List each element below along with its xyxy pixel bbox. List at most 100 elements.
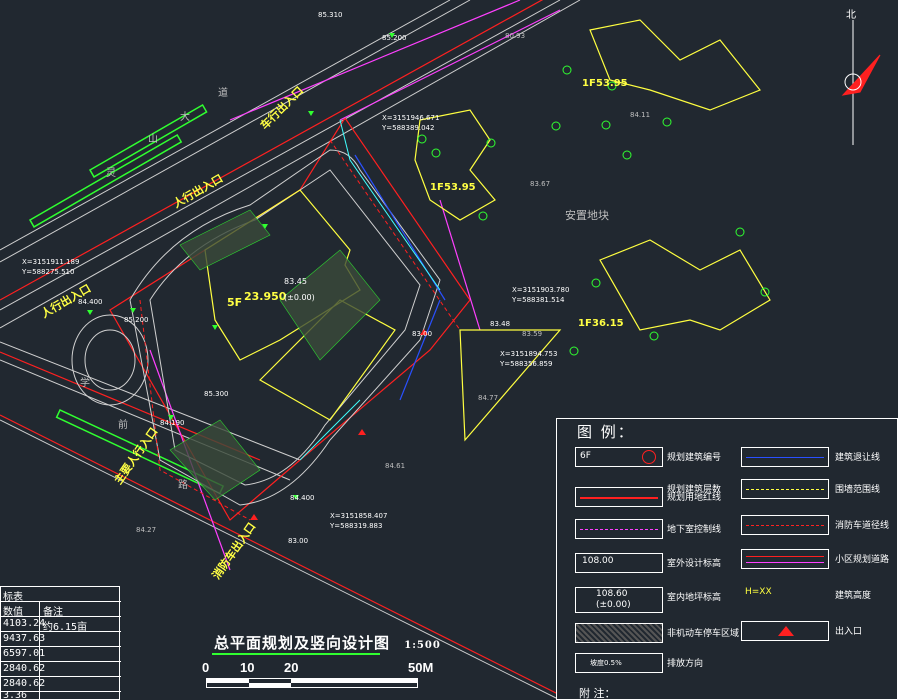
north-label: 北: [846, 9, 856, 21]
building-elev: 83.45: [284, 277, 307, 286]
legend-sample-text: 108.60: [596, 589, 628, 599]
neighbor-3-height: 36.15: [592, 318, 624, 329]
table-row: 9437.63: [1, 632, 121, 647]
road-label-xue: 学: [80, 376, 90, 389]
entrance-label-ped-1: 人行出入口: [171, 171, 226, 211]
coord-2-x: X=3151946.671: [382, 114, 439, 122]
legend-sample: [741, 549, 829, 569]
neighbor-1-height: 53.95: [596, 78, 628, 89]
spot-elev: 83.59: [522, 330, 542, 338]
legend-label: 规划建筑编号: [667, 453, 722, 463]
legend-sample: [741, 447, 829, 467]
legend-label: 规划用地红线: [667, 493, 722, 503]
legend-label: 出入口: [835, 627, 863, 637]
road-label-dao: 道: [218, 86, 228, 99]
spot-elev: 80.93: [505, 32, 525, 40]
legend-sample: [575, 487, 663, 507]
data-table: 标表 数值 备注 4103.24 约6.15亩 9437.63 6597.01 …: [0, 586, 121, 700]
title-underline: [212, 653, 380, 655]
legend-sample-text: (±0.00): [596, 600, 631, 610]
coord-5-x: X=3151858.407: [330, 512, 387, 520]
scale-label-0: 0: [202, 660, 210, 675]
table-cell: 约6.15亩: [43, 622, 88, 633]
coord-4-y: Y=588356.859: [499, 360, 552, 368]
spot-elev: 83.00: [412, 330, 432, 338]
neighbor-2-height: 53.95: [444, 182, 476, 193]
spot-elev: 85.310: [318, 11, 343, 19]
table-header-row: 标表: [1, 587, 121, 603]
coord-5-y: Y=588319.883: [329, 522, 382, 530]
drawing-scale: 1:500: [404, 640, 441, 651]
table-header: 标表: [3, 592, 23, 603]
legend-label: 建筑退让线: [835, 453, 881, 463]
spot-elev: 84.400: [290, 494, 315, 502]
spot-elev: 84.77: [478, 394, 498, 402]
building-floors: 5F: [227, 296, 242, 309]
neighbor-3-floors: 1F: [578, 318, 592, 329]
road-label-ling: 灵: [106, 167, 116, 179]
legend-sample: 108.60 (±0.00): [575, 587, 663, 613]
legend-sample-text: 6F: [580, 451, 591, 461]
legend-sample: [575, 519, 663, 539]
legend-sample: 坡度0.5%: [575, 653, 663, 673]
coord-3-y: Y=588381.514: [511, 296, 565, 304]
table-row: 2840.62: [1, 662, 121, 677]
legend-sample: [741, 479, 829, 499]
spot-elev: 84.27: [136, 526, 156, 534]
legend-sample: 108.00: [575, 553, 663, 573]
north-arrow: [841, 20, 881, 145]
spot-elev: 84.190: [160, 419, 185, 427]
legend-circle-icon: [642, 450, 656, 464]
legend-label: 建筑高度: [835, 591, 872, 601]
neighbor-1-floors: 1F: [582, 78, 596, 89]
legend-sample-text: 108.00: [582, 556, 614, 566]
spot-elev: 83.67: [530, 180, 550, 188]
legend-sample-text: H=XX: [745, 587, 772, 597]
table-col-header: 备注: [43, 607, 63, 618]
drawing-title: 总平面规划及竖向设计图 1:500: [214, 632, 441, 653]
road-label-da: 大: [180, 110, 190, 123]
legend-sample: [741, 621, 829, 641]
legend-sample: H=XX: [741, 585, 829, 605]
drawing-title-text: 总平面规划及竖向设计图: [214, 634, 391, 652]
legend-sample-text: 坡度0.5%: [590, 659, 622, 667]
legend-panel: 图 例： 6F 规划建筑编号 建筑退让线 规划建筑层数 围墙范围线 规划用地红线…: [556, 418, 898, 700]
building-footprint: [204, 19, 771, 421]
legend-label: 非机动车停车区域: [667, 629, 740, 639]
cad-drawing-canvas[interactable]: 大 山 道 灵 学 前 路 安置地块 人行出入口 人行出入口 车行出入口 主要人…: [0, 0, 898, 700]
spot-elev: 85.200: [124, 316, 149, 324]
entrance-markers: [250, 329, 428, 520]
coord-4-x: X=3151894.753: [500, 350, 557, 358]
scale-bar: [206, 678, 418, 688]
legend-label: 室内地坪标高: [667, 593, 722, 603]
notes-label: 附 注：: [579, 687, 616, 700]
scale-label-50: 50M: [408, 660, 434, 675]
legend-sample: [741, 515, 829, 535]
road-label-qian: 前: [118, 418, 128, 431]
legend-sample: [575, 623, 663, 643]
spot-elev: 83.48: [490, 320, 510, 328]
legend-title: 图 例：: [577, 423, 635, 441]
coord-3-x: X=3151903.780: [512, 286, 569, 294]
scale-label-20: 20: [284, 660, 299, 675]
legend-sample: 6F: [575, 447, 663, 467]
neighbor-2-floors: 1F: [430, 182, 444, 193]
coord-2-y: Y=588389.042: [381, 124, 434, 132]
entrance-label-main-ped: 主要人行入口: [111, 425, 160, 487]
entrance-label-fire: 消防车出入口: [209, 520, 258, 582]
building-height: 23.950: [244, 290, 287, 303]
table-divider: [39, 602, 40, 700]
table-row: 3.36: [1, 690, 121, 700]
spot-elev: 84.61: [385, 462, 405, 470]
scale-label-10: 10: [240, 660, 255, 675]
yellow-triangle: [459, 329, 562, 442]
spot-elev: 83.00: [288, 537, 308, 545]
table-row: 4103.24 约6.15亩: [1, 617, 121, 633]
entrance-triangle-icon: [778, 626, 794, 636]
legend-label: 围墙范围线: [835, 485, 881, 495]
road-label-lu: 路: [178, 478, 188, 491]
table-cell: 3.36: [3, 690, 28, 700]
legend-label: 室外设计标高: [667, 559, 722, 569]
legend-label: 排放方向: [667, 659, 704, 669]
building-elev-sub: (±0.00): [284, 293, 315, 302]
